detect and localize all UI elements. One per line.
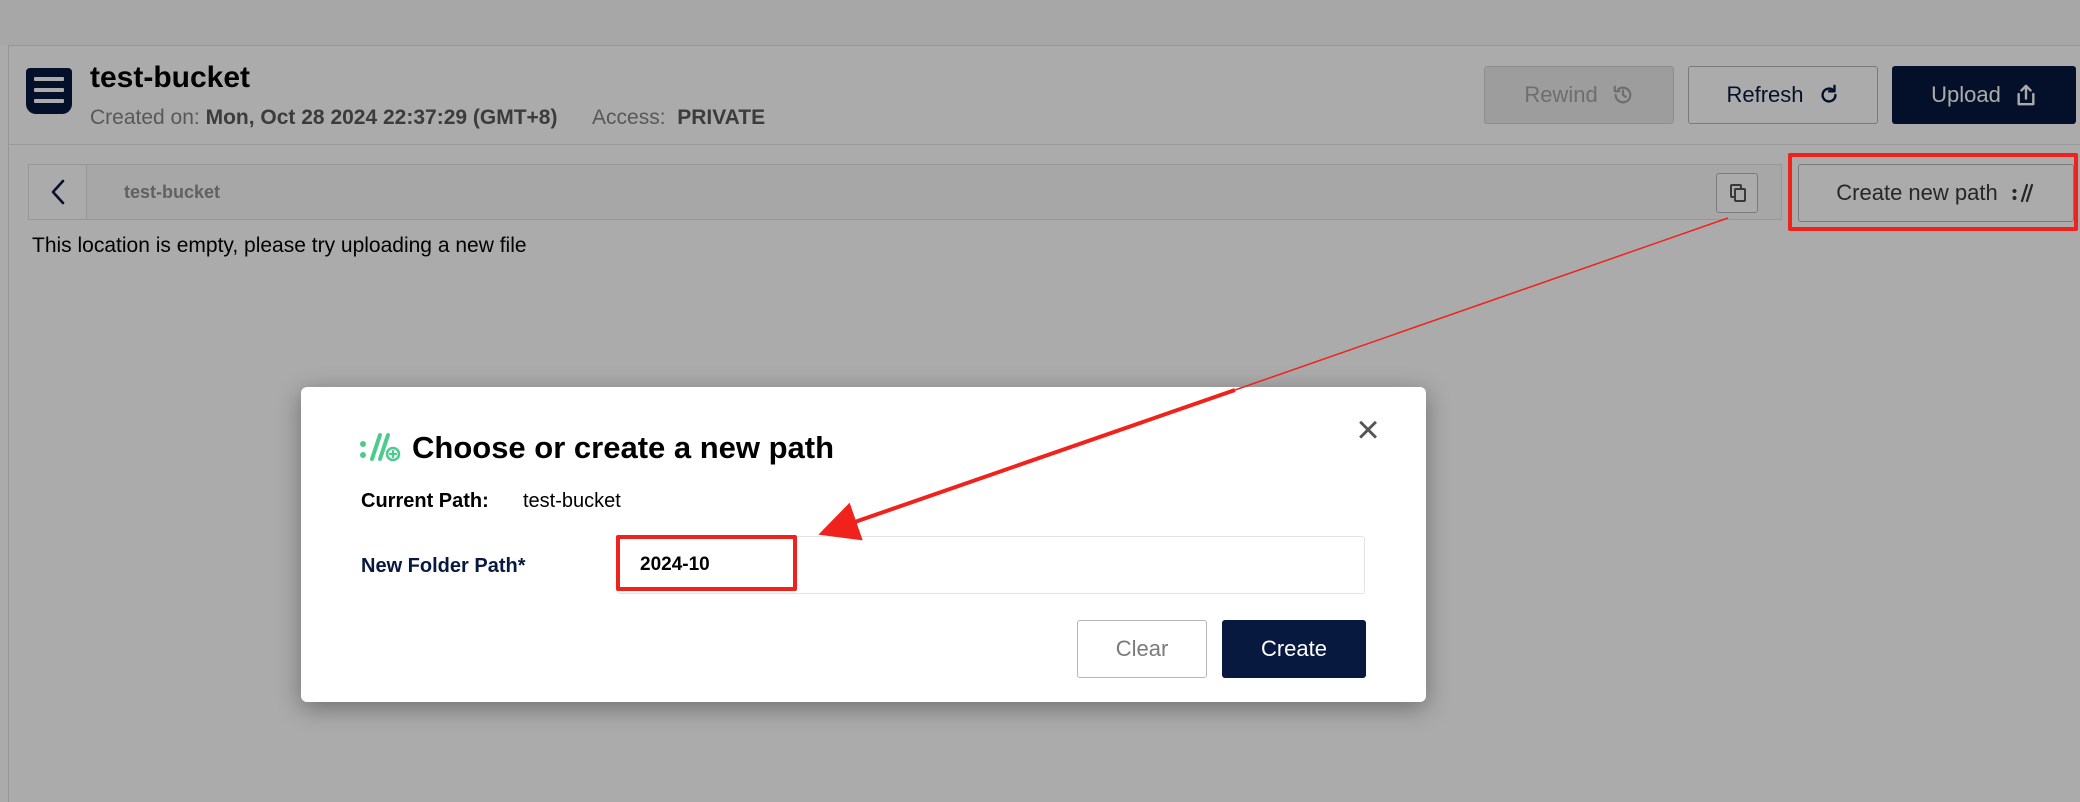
current-path-label: Current Path: xyxy=(361,490,489,512)
create-button[interactable]: Create xyxy=(1222,620,1366,678)
close-icon[interactable]: × xyxy=(1351,410,1385,450)
new-folder-path-input[interactable] xyxy=(617,536,1365,594)
clear-button[interactable]: Clear xyxy=(1077,620,1207,678)
annotation-box-create-path xyxy=(1788,153,2078,231)
new-folder-path-label: New Folder Path* xyxy=(361,555,526,577)
current-path-value: test-bucket xyxy=(523,490,621,512)
new-path-icon xyxy=(360,433,401,462)
create-path-modal: Choose or create a new path × Current Pa… xyxy=(301,387,1426,702)
modal-title: Choose or create a new path xyxy=(412,430,835,465)
